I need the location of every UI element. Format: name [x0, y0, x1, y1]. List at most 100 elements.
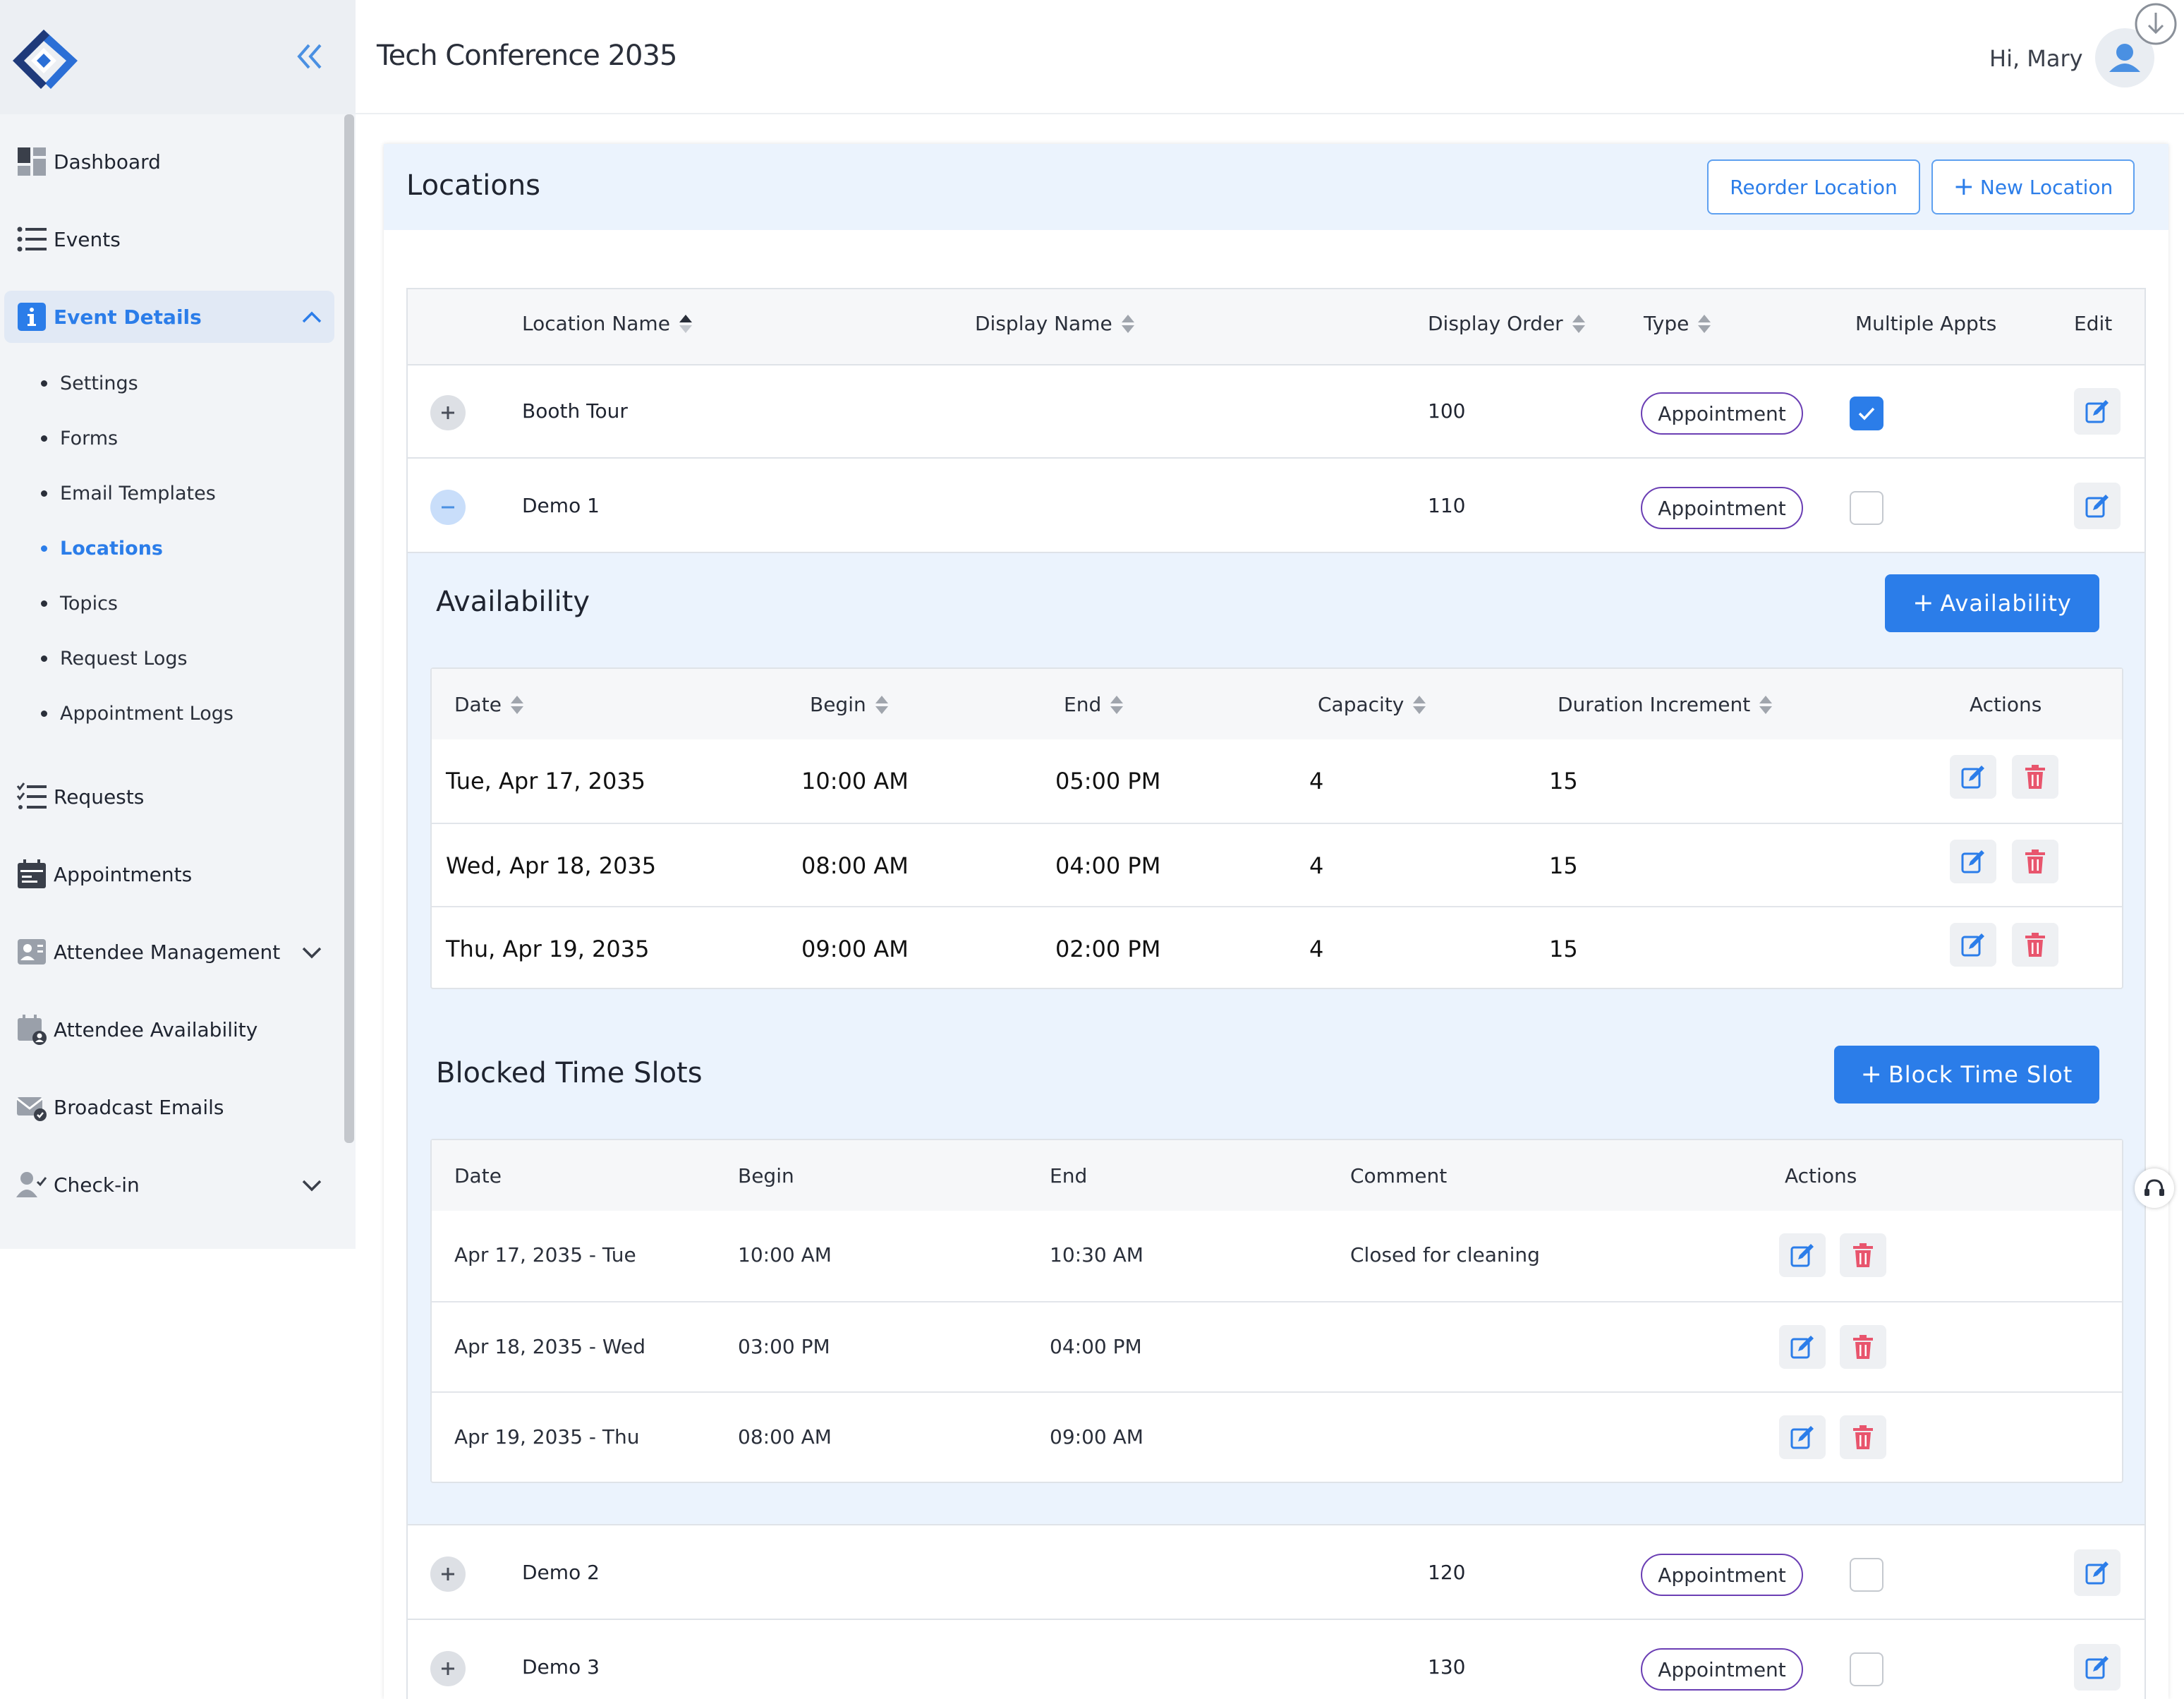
display-order: 110: [1428, 494, 1466, 517]
edit-location-button[interactable]: [2074, 388, 2121, 435]
multiple-appts-checkbox[interactable]: [1850, 397, 1883, 430]
location-detail-panel: Availability + Availability Date Begin E…: [408, 553, 2144, 1525]
col-actions: Actions: [1785, 1164, 1857, 1187]
sidebar-subitem-locations[interactable]: Locations: [41, 531, 163, 566]
availability-capacity: 4: [1309, 936, 1324, 962]
location-name: Demo 3: [522, 1655, 600, 1679]
delete-availability-button[interactable]: [2012, 923, 2058, 967]
edit-icon: [2085, 400, 2109, 423]
bullet-icon: [41, 490, 47, 497]
chevron-down-icon[interactable]: [301, 941, 323, 964]
sidebar-item-event-details[interactable]: Event Details: [4, 291, 334, 343]
table-row: Demo 1 110 Appointment: [408, 460, 2144, 553]
availability-end: 02:00 PM: [1055, 936, 1161, 962]
sidebar-subitem-forms[interactable]: Forms: [41, 421, 118, 456]
sidebar-item-attendee-management[interactable]: Attendee Management: [14, 926, 334, 978]
blocked-begin: 10:00 AM: [738, 1243, 832, 1266]
edit-location-button[interactable]: [2074, 483, 2121, 529]
block-time-slot-button[interactable]: + Block Time Slot: [1834, 1046, 2099, 1104]
expand-row-icon[interactable]: [430, 1556, 466, 1592]
sidebar-item-check-in[interactable]: Check-in: [14, 1159, 334, 1211]
blocked-begin: 03:00 PM: [738, 1335, 830, 1358]
add-availability-button[interactable]: + Availability: [1885, 574, 2099, 632]
column-label: Comment: [1350, 1164, 1448, 1187]
user-greeting: Hi, Mary: [1989, 45, 2083, 72]
sidebar-item-requests[interactable]: Requests: [14, 770, 334, 823]
multiple-appts-checkbox[interactable]: [1850, 491, 1883, 525]
edit-availability-button[interactable]: [1950, 923, 1996, 967]
sort-icon: [1572, 314, 1585, 333]
plus-icon: +: [1860, 1060, 1883, 1089]
sidebar-scrollbar[interactable]: [344, 114, 354, 1143]
table-row: Demo 3 130 Appointment: [408, 1621, 2144, 1699]
sidebar-item-events[interactable]: Events: [14, 213, 334, 265]
col-actions: Actions: [1970, 693, 2042, 716]
help-chat-icon[interactable]: [2135, 1168, 2174, 1208]
sort-icon: [1110, 695, 1124, 714]
edit-location-button[interactable]: [2074, 1644, 2121, 1691]
expand-row-icon[interactable]: [430, 1651, 466, 1686]
edit-blocked-slot-button[interactable]: [1779, 1415, 1826, 1459]
delete-availability-button[interactable]: [2012, 840, 2058, 883]
subitem-label: Locations: [60, 537, 163, 560]
sidebar-item-dashboard[interactable]: Dashboard: [14, 135, 334, 188]
download-icon[interactable]: [2133, 1, 2178, 47]
sidebar-subitem-settings[interactable]: Settings: [41, 365, 138, 401]
multiple-appts-checkbox[interactable]: [1850, 1652, 1883, 1686]
col-display-name[interactable]: Display Name: [975, 312, 1135, 335]
delete-availability-button[interactable]: [2012, 755, 2058, 799]
col-date[interactable]: Date: [454, 693, 524, 716]
edit-icon: [1790, 1244, 1814, 1267]
sidebar-item-broadcast-emails[interactable]: Broadcast Emails: [14, 1081, 334, 1133]
sidebar-subitem-email-templates[interactable]: Email Templates: [41, 476, 216, 511]
col-end[interactable]: End: [1064, 693, 1124, 716]
reorder-location-button[interactable]: Reorder Location: [1707, 159, 1920, 214]
delete-blocked-slot-button[interactable]: [1840, 1233, 1886, 1277]
col-capacity[interactable]: Capacity: [1318, 693, 1426, 716]
new-location-button[interactable]: + New Location: [1931, 159, 2135, 214]
sidebar-item-label: Broadcast Emails: [54, 1095, 224, 1119]
availability-increment: 15: [1549, 768, 1578, 794]
blocked-date: Apr 19, 2035 - Thu: [454, 1425, 640, 1449]
sidebar-item-label: Requests: [54, 785, 145, 809]
page-title: Tech Conference 2035: [377, 40, 677, 72]
brand-logo[interactable]: [10, 28, 80, 95]
column-label: Date: [454, 1164, 502, 1187]
chevron-up-icon[interactable]: [301, 306, 323, 329]
edit-blocked-slot-button[interactable]: [1779, 1233, 1826, 1277]
locations-table-header: Location Name Display Name Display Order…: [408, 289, 2144, 365]
edit-icon: [1790, 1336, 1814, 1359]
multiple-appts-checkbox[interactable]: [1850, 1558, 1883, 1592]
col-duration-increment[interactable]: Duration Increment: [1558, 693, 1773, 716]
col-type[interactable]: Type: [1644, 312, 1711, 335]
type-badge: Appointment: [1641, 1554, 1803, 1596]
delete-blocked-slot-button[interactable]: [1840, 1325, 1886, 1369]
col-begin[interactable]: Begin: [810, 693, 889, 716]
sidebar-subitem-topics[interactable]: Topics: [41, 586, 118, 621]
edit-location-button[interactable]: [2074, 1549, 2121, 1596]
type-badge: Appointment: [1641, 392, 1803, 435]
sidebar-item-label: Dashboard: [54, 150, 161, 174]
sidebar-item-attendee-availability[interactable]: Attendee Availability: [14, 1003, 334, 1056]
col-display-order[interactable]: Display Order: [1428, 312, 1586, 335]
expand-row-icon[interactable]: [430, 395, 466, 430]
edit-blocked-slot-button[interactable]: [1779, 1325, 1826, 1369]
sidebar-item-appointments[interactable]: Appointments: [14, 848, 334, 900]
availability-begin: 10:00 AM: [801, 768, 909, 794]
col-location-name[interactable]: Location Name: [522, 312, 693, 335]
subitem-label: Topics: [60, 592, 118, 615]
card-header: Locations Reorder Location + New Locatio…: [384, 144, 2168, 230]
availability-date: Wed, Apr 18, 2035: [446, 852, 657, 879]
collapse-row-icon[interactable]: [430, 490, 466, 525]
blocked-comment: Closed for cleaning: [1350, 1243, 1540, 1266]
delete-blocked-slot-button[interactable]: [1840, 1415, 1886, 1459]
edit-availability-button[interactable]: [1950, 840, 1996, 883]
sidebar-subitem-appointment-logs[interactable]: Appointment Logs: [41, 696, 233, 731]
collapse-sidebar-icon[interactable]: [289, 37, 329, 76]
sidebar-subitem-request-logs[interactable]: Request Logs: [41, 641, 188, 676]
type-badge: Appointment: [1641, 1648, 1803, 1691]
column-label: Multiple Appts: [1855, 312, 1997, 335]
chevron-down-icon[interactable]: [301, 1174, 323, 1197]
table-row: Demo 2 120 Appointment: [408, 1527, 2144, 1620]
edit-availability-button[interactable]: [1950, 755, 1996, 799]
